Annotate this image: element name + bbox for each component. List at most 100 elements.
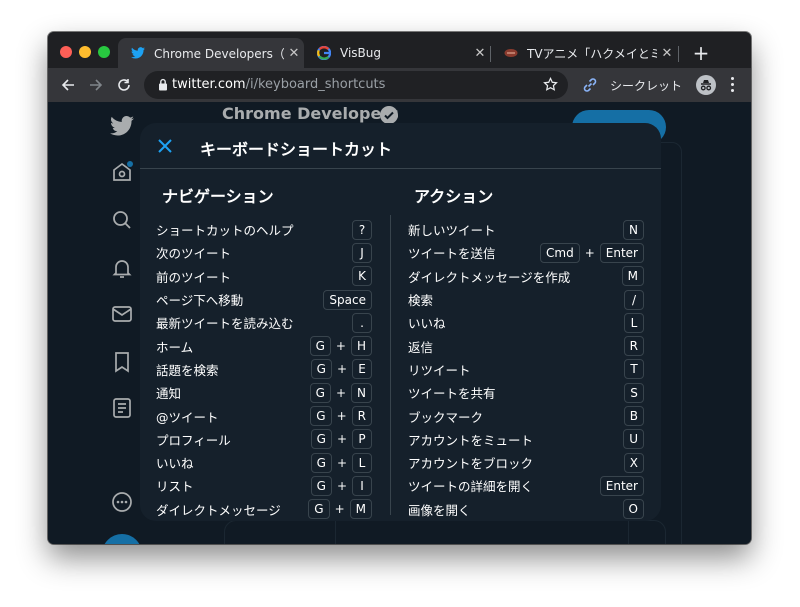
shortcut-keys: U bbox=[623, 429, 644, 450]
shortcut-keys: R bbox=[623, 336, 644, 357]
shortcut-label: 最新ツイートを読み込む bbox=[156, 316, 294, 332]
keycap: G bbox=[310, 452, 332, 473]
browser-window: Chrome Developers（@Chr ✕ VisBug ✕ TVアニメ「… bbox=[48, 32, 751, 544]
shortcut-row: 前のツイート K bbox=[156, 265, 372, 288]
back-button[interactable] bbox=[56, 73, 80, 97]
shortcut-row: いいね G + L bbox=[156, 451, 372, 474]
shortcut-label: ダイレクトメッセージを作成 bbox=[408, 269, 571, 285]
shortcut-label: ダイレクトメッセージ bbox=[156, 502, 281, 518]
zoom-window-button[interactable] bbox=[98, 46, 110, 58]
shortcut-keys: L bbox=[624, 312, 644, 333]
bookmark-star-icon[interactable] bbox=[543, 77, 558, 92]
navigation-heading: ナビゲーション bbox=[162, 187, 274, 206]
shortcut-keys: X bbox=[623, 452, 644, 473]
close-tab-icon[interactable]: ✕ bbox=[657, 46, 677, 61]
reload-button[interactable] bbox=[112, 73, 136, 97]
lock-icon bbox=[159, 78, 167, 91]
modal-title: キーボードショートカット bbox=[200, 140, 393, 159]
shortcut-row: @ツイート G + R bbox=[156, 404, 372, 427]
shortcut-label: ホーム bbox=[156, 339, 194, 355]
key-plus: + bbox=[336, 432, 347, 447]
keycap: M bbox=[621, 266, 644, 287]
shortcut-row: アカウントをミュート U bbox=[408, 428, 644, 451]
shortcut-row: 画像を開く O bbox=[408, 498, 644, 521]
keycap: R bbox=[623, 336, 644, 357]
shortcut-label: ツイートの詳細を開く bbox=[408, 479, 534, 495]
shortcut-keys: N bbox=[623, 219, 644, 240]
browser-menu-button[interactable] bbox=[728, 76, 736, 94]
shortcut-label: 返信 bbox=[408, 339, 434, 355]
shortcut-keys: Space bbox=[323, 289, 372, 310]
shortcut-row: リツイート T bbox=[408, 358, 644, 381]
shortcut-row: ホーム G + H bbox=[156, 335, 372, 358]
keycap: G bbox=[310, 406, 332, 427]
shortcut-row: リスト G + I bbox=[156, 474, 372, 497]
shortcut-label: いいね bbox=[156, 456, 194, 472]
close-tab-icon[interactable]: ✕ bbox=[470, 46, 490, 61]
tab-title: TVアニメ「ハクメイとミコチ bbox=[527, 46, 657, 61]
shortcut-row: 検索 / bbox=[408, 288, 644, 311]
shortcut-row: 新しいツイート N bbox=[408, 218, 644, 241]
key-plus: + bbox=[335, 385, 347, 400]
navigation-column: ナビゲーション ショートカットのヘルプ? 次のツイート J 前のツイート K ページ下へ移… bbox=[156, 183, 372, 520]
keycap: G bbox=[310, 475, 332, 496]
shortcut-row: ブックマーク B bbox=[408, 404, 644, 427]
shortcut-label: ショートカットのヘルプ bbox=[156, 223, 294, 239]
url-text: twitter.com/i/keyboard_shortcuts bbox=[172, 77, 385, 92]
shortcut-keys: T bbox=[624, 359, 644, 380]
tab-title: Chrome Developers（@Chr bbox=[154, 46, 284, 61]
close-tab-icon[interactable]: ✕ bbox=[284, 46, 304, 61]
site-favicon-icon bbox=[503, 45, 519, 61]
shortcut-keys: G + L bbox=[310, 452, 372, 473]
incognito-icon[interactable] bbox=[696, 75, 716, 95]
extension-link-icon[interactable] bbox=[582, 77, 598, 93]
shortcut-label: 検索 bbox=[408, 293, 434, 309]
shortcut-label: ブックマーク bbox=[408, 409, 484, 425]
keycap: O bbox=[622, 499, 644, 520]
tab-chrome-developers[interactable]: Chrome Developers（@Chr ✕ bbox=[118, 38, 304, 68]
shortcut-label: @ツイート bbox=[156, 409, 219, 425]
close-icon[interactable] bbox=[154, 135, 176, 157]
tab-title: VisBug bbox=[340, 46, 381, 60]
new-tab-button[interactable]: + bbox=[688, 40, 714, 66]
keycap: Cmd bbox=[540, 242, 580, 263]
shortcut-keys: G + H bbox=[309, 336, 372, 357]
keycap: / bbox=[624, 289, 644, 310]
keycap: T bbox=[624, 359, 644, 380]
shortcut-keys: / bbox=[624, 289, 644, 310]
address-bar[interactable]: twitter.com/i/keyboard_shortcuts bbox=[144, 71, 568, 99]
tab-visbug[interactable]: VisBug ✕ bbox=[304, 38, 490, 68]
shortcut-row: 話題を検索 G + E bbox=[156, 358, 372, 381]
keycap: P bbox=[352, 429, 372, 450]
shortcut-label: 通知 bbox=[156, 386, 182, 402]
url-path: /i/keyboard_shortcuts bbox=[245, 77, 386, 92]
incognito-label[interactable]: シークレット bbox=[610, 77, 682, 94]
shortcut-row: いいね L bbox=[408, 311, 644, 334]
shortcut-keys: M bbox=[621, 266, 644, 287]
shortcut-row: ツイートを送信 Cmd + Enter bbox=[408, 241, 644, 264]
key-plus: + bbox=[335, 339, 346, 354]
browser-toolbar: twitter.com/i/keyboard_shortcuts シークレット bbox=[48, 68, 751, 102]
shortcut-row: プロフィール G + P bbox=[156, 428, 372, 451]
close-window-button[interactable] bbox=[60, 46, 72, 58]
shortcut-keys: G + R bbox=[310, 406, 372, 427]
keycap: G bbox=[310, 429, 332, 450]
shortcut-row: ダイレクトメッセージを作成 M bbox=[408, 265, 644, 288]
shortcut-keys: ? bbox=[352, 219, 372, 240]
shortcut-keys: Cmd + Enter bbox=[540, 242, 644, 263]
tab-tv-anime[interactable]: TVアニメ「ハクメイとミコチ ✕ bbox=[491, 38, 677, 68]
tab-separator bbox=[678, 46, 679, 62]
shortcut-keys: Enter bbox=[599, 475, 644, 496]
shortcut-keys: G + N bbox=[309, 382, 372, 403]
keycap: Space bbox=[323, 289, 372, 310]
shortcut-keys: O bbox=[622, 499, 644, 520]
shortcut-keys: . bbox=[352, 312, 372, 333]
keycap: ? bbox=[352, 219, 372, 240]
arrow-right-icon bbox=[90, 79, 103, 91]
keycap: I bbox=[352, 475, 372, 496]
shortcut-label: アカウントをブロック bbox=[408, 456, 534, 472]
key-plus: + bbox=[336, 455, 347, 470]
forward-button[interactable] bbox=[84, 73, 108, 97]
minimize-window-button[interactable] bbox=[79, 46, 91, 58]
modal-header: キーボードショートカット bbox=[140, 123, 661, 169]
